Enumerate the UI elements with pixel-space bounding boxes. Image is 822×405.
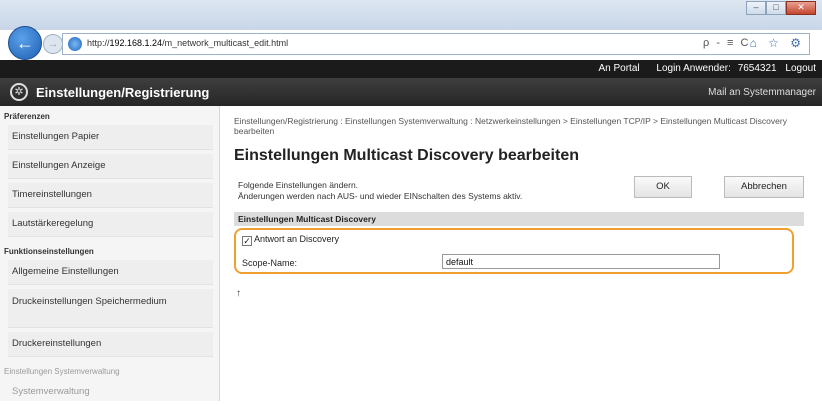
minimize-button[interactable]: – (746, 1, 766, 15)
url-path: /m_network_multicast_edit.html (162, 38, 289, 48)
description: Folgende Einstellungen ändern. Änderunge… (238, 180, 522, 202)
sidebar-section-preferences: Präferenzen (4, 112, 50, 121)
discovery-checkbox-row[interactable]: ✓ Antwort an Discovery (242, 234, 339, 246)
sidebar-section-functions: Funktionseinstellungen (4, 247, 94, 256)
sidebar-item-print-storage[interactable]: Druckeinstellungen Speichermedium (8, 289, 213, 328)
back-button[interactable]: ← (8, 26, 42, 60)
page-title: Einstellungen Multicast Discovery bearbe… (234, 147, 579, 164)
page-header: ✲ Einstellungen/Registrierung Mail an Sy… (0, 78, 822, 106)
login-label: Login Anwender: (656, 63, 731, 74)
address-bar[interactable]: http://192.168.1.24/m_network_multicast_… (62, 33, 810, 55)
sidebar-item-printer[interactable]: Druckereinstellungen (8, 332, 213, 357)
description-line-2: Änderungen werden nach AUS- und wieder E… (238, 191, 523, 201)
portal-link[interactable]: An Portal (598, 63, 639, 74)
header-title: Einstellungen/Registrierung (36, 85, 210, 100)
forward-button[interactable]: → (43, 34, 63, 54)
portal-topbar: An Portal Login Anwender: 7654321 Logout (0, 60, 822, 78)
window-controls: – □ ✕ (746, 1, 816, 15)
sidebar-item-volume[interactable]: Lautstärkeregelung (8, 212, 213, 237)
browser-titlebar: – □ ✕ (0, 0, 822, 30)
url-prefix: http:// (87, 38, 110, 48)
scope-name-input[interactable] (442, 254, 720, 269)
settings-registration-icon: ✲ (10, 83, 28, 101)
home-favorites-tools-icons[interactable]: ⌂ ☆ ⚙ (750, 36, 805, 50)
sidebar-item-display[interactable]: Einstellungen Anzeige (8, 154, 213, 179)
sidebar-item-timer[interactable]: Timereinstellungen (8, 183, 213, 208)
close-window-button[interactable]: ✕ (786, 1, 816, 15)
sidebar-item-paper[interactable]: Einstellungen Papier (8, 125, 213, 150)
logout-link[interactable]: Logout (785, 63, 816, 74)
back-to-top-icon[interactable]: ↑ (236, 288, 241, 299)
breadcrumb[interactable]: Einstellungen/Registrierung : Einstellun… (234, 116, 794, 136)
discovery-checkbox[interactable]: ✓ (242, 236, 252, 246)
sidebar-item-system-management[interactable]: Systemverwaltung (8, 380, 213, 405)
cancel-button[interactable]: Abbrechen (724, 176, 804, 198)
ok-button[interactable]: OK (634, 176, 692, 198)
section-header: Einstellungen Multicast Discovery (234, 212, 804, 226)
main-content: Einstellungen/Registrierung : Einstellun… (234, 106, 814, 401)
sidebar-section-system: Einstellungen Systemverwaltung (4, 367, 120, 376)
url-host: 192.168.1.24 (109, 38, 163, 48)
discovery-checkbox-label: Antwort an Discovery (254, 234, 340, 244)
sidebar: Präferenzen Einstellungen Papier Einstel… (0, 106, 220, 401)
login-user: 7654321 (737, 63, 777, 74)
maximize-button[interactable]: □ (766, 1, 786, 15)
sidebar-item-general[interactable]: Allgemeine Einstellungen (8, 260, 213, 285)
description-line-1: Folgende Einstellungen ändern. (238, 180, 359, 190)
address-url[interactable]: http://192.168.1.24/m_network_multicast_… (87, 38, 288, 48)
ie-page-icon (68, 37, 82, 51)
scope-name-label: Scope-Name: (242, 258, 298, 268)
mail-to-manager-link[interactable]: Mail an Systemmanager (708, 87, 816, 98)
search-refresh-icons[interactable]: ρ - ≡ C (703, 37, 750, 49)
topbar-links: An Portal Login Anwender: 7654321 Logout (584, 63, 816, 74)
